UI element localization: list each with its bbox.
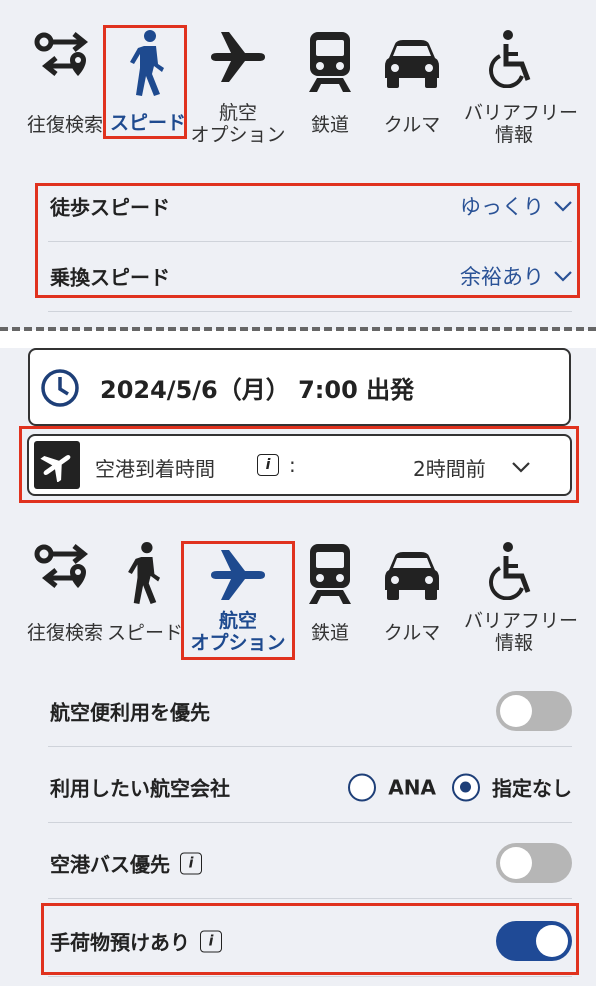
toggle-knob	[500, 695, 532, 727]
walking-icon	[128, 542, 161, 604]
airline-label: 利用したい航空会社	[50, 776, 230, 801]
tab-label: クルマ	[383, 622, 441, 644]
highlight-box	[41, 903, 579, 975]
tab-car[interactable]: クルマ	[362, 542, 462, 662]
wheelchair-icon	[489, 30, 531, 88]
info-icon[interactable]: i	[180, 852, 202, 874]
dashed-divider	[0, 327, 596, 331]
tab-barrier-free[interactable]: バリアフリー 情報	[464, 542, 579, 662]
highlight-box	[35, 183, 580, 298]
car-icon	[385, 40, 439, 88]
prefer-air-label: 航空便利用を優先	[50, 700, 210, 725]
tab-label-2: 情報	[494, 632, 533, 654]
tab-speed[interactable]: スピード	[95, 542, 195, 662]
airport-bus-label: 空港バス優先	[50, 852, 170, 877]
tab-label-2: オプション	[190, 124, 286, 146]
train-icon	[309, 32, 351, 92]
radio-no-preference[interactable]	[452, 773, 480, 801]
tab-car[interactable]: クルマ	[362, 30, 462, 150]
car-icon	[385, 552, 439, 600]
route-swap-icon	[34, 544, 89, 588]
airline-row: 利用したい航空会社 ANA 指定なし	[48, 752, 572, 823]
radio-no-preference-label: 指定なし	[492, 776, 572, 801]
airport-bus-toggle[interactable]	[496, 843, 572, 883]
bottom-option-tabs: 往復検索 スピード 航空 オプション 鉄道 クルマ バリアフリー 情報	[0, 542, 596, 672]
radio-ana[interactable]	[348, 773, 377, 801]
highlight-box	[19, 426, 579, 503]
tab-label: クルマ	[383, 114, 441, 136]
tab-label: スピード	[106, 622, 183, 644]
tab-label: 航空	[218, 102, 257, 124]
prefer-air-row: 航空便利用を優先	[48, 676, 572, 747]
tab-label: バリアフリー	[464, 102, 579, 124]
tab-air-option[interactable]: 航空 オプション	[188, 30, 288, 150]
departure-datetime-card[interactable]: 2024/5/6（月） 7:00 出発	[28, 348, 571, 426]
route-swap-icon	[34, 32, 89, 76]
tab-barrier-free[interactable]: バリアフリー 情報	[464, 30, 579, 150]
wheelchair-icon	[489, 542, 531, 600]
airplane-icon	[211, 32, 265, 82]
toggle-knob	[500, 847, 532, 879]
prefer-air-toggle[interactable]	[496, 691, 572, 731]
highlight-box	[181, 541, 295, 660]
radio-ana-label: ANA	[388, 775, 436, 799]
train-icon	[309, 544, 351, 604]
tab-label-2: 情報	[494, 124, 533, 146]
clock-icon	[41, 369, 79, 407]
airport-bus-row: 空港バス優先 i	[48, 828, 572, 899]
highlight-box	[103, 25, 187, 139]
section-separator	[0, 330, 596, 348]
top-option-tabs: 往復検索 スピード 航空 オプション 鉄道 クルマ バリアフリー 情報	[0, 30, 596, 160]
departure-datetime-text: 2024/5/6（月） 7:00 出発	[100, 376, 415, 404]
tab-label: バリアフリー	[464, 610, 579, 632]
